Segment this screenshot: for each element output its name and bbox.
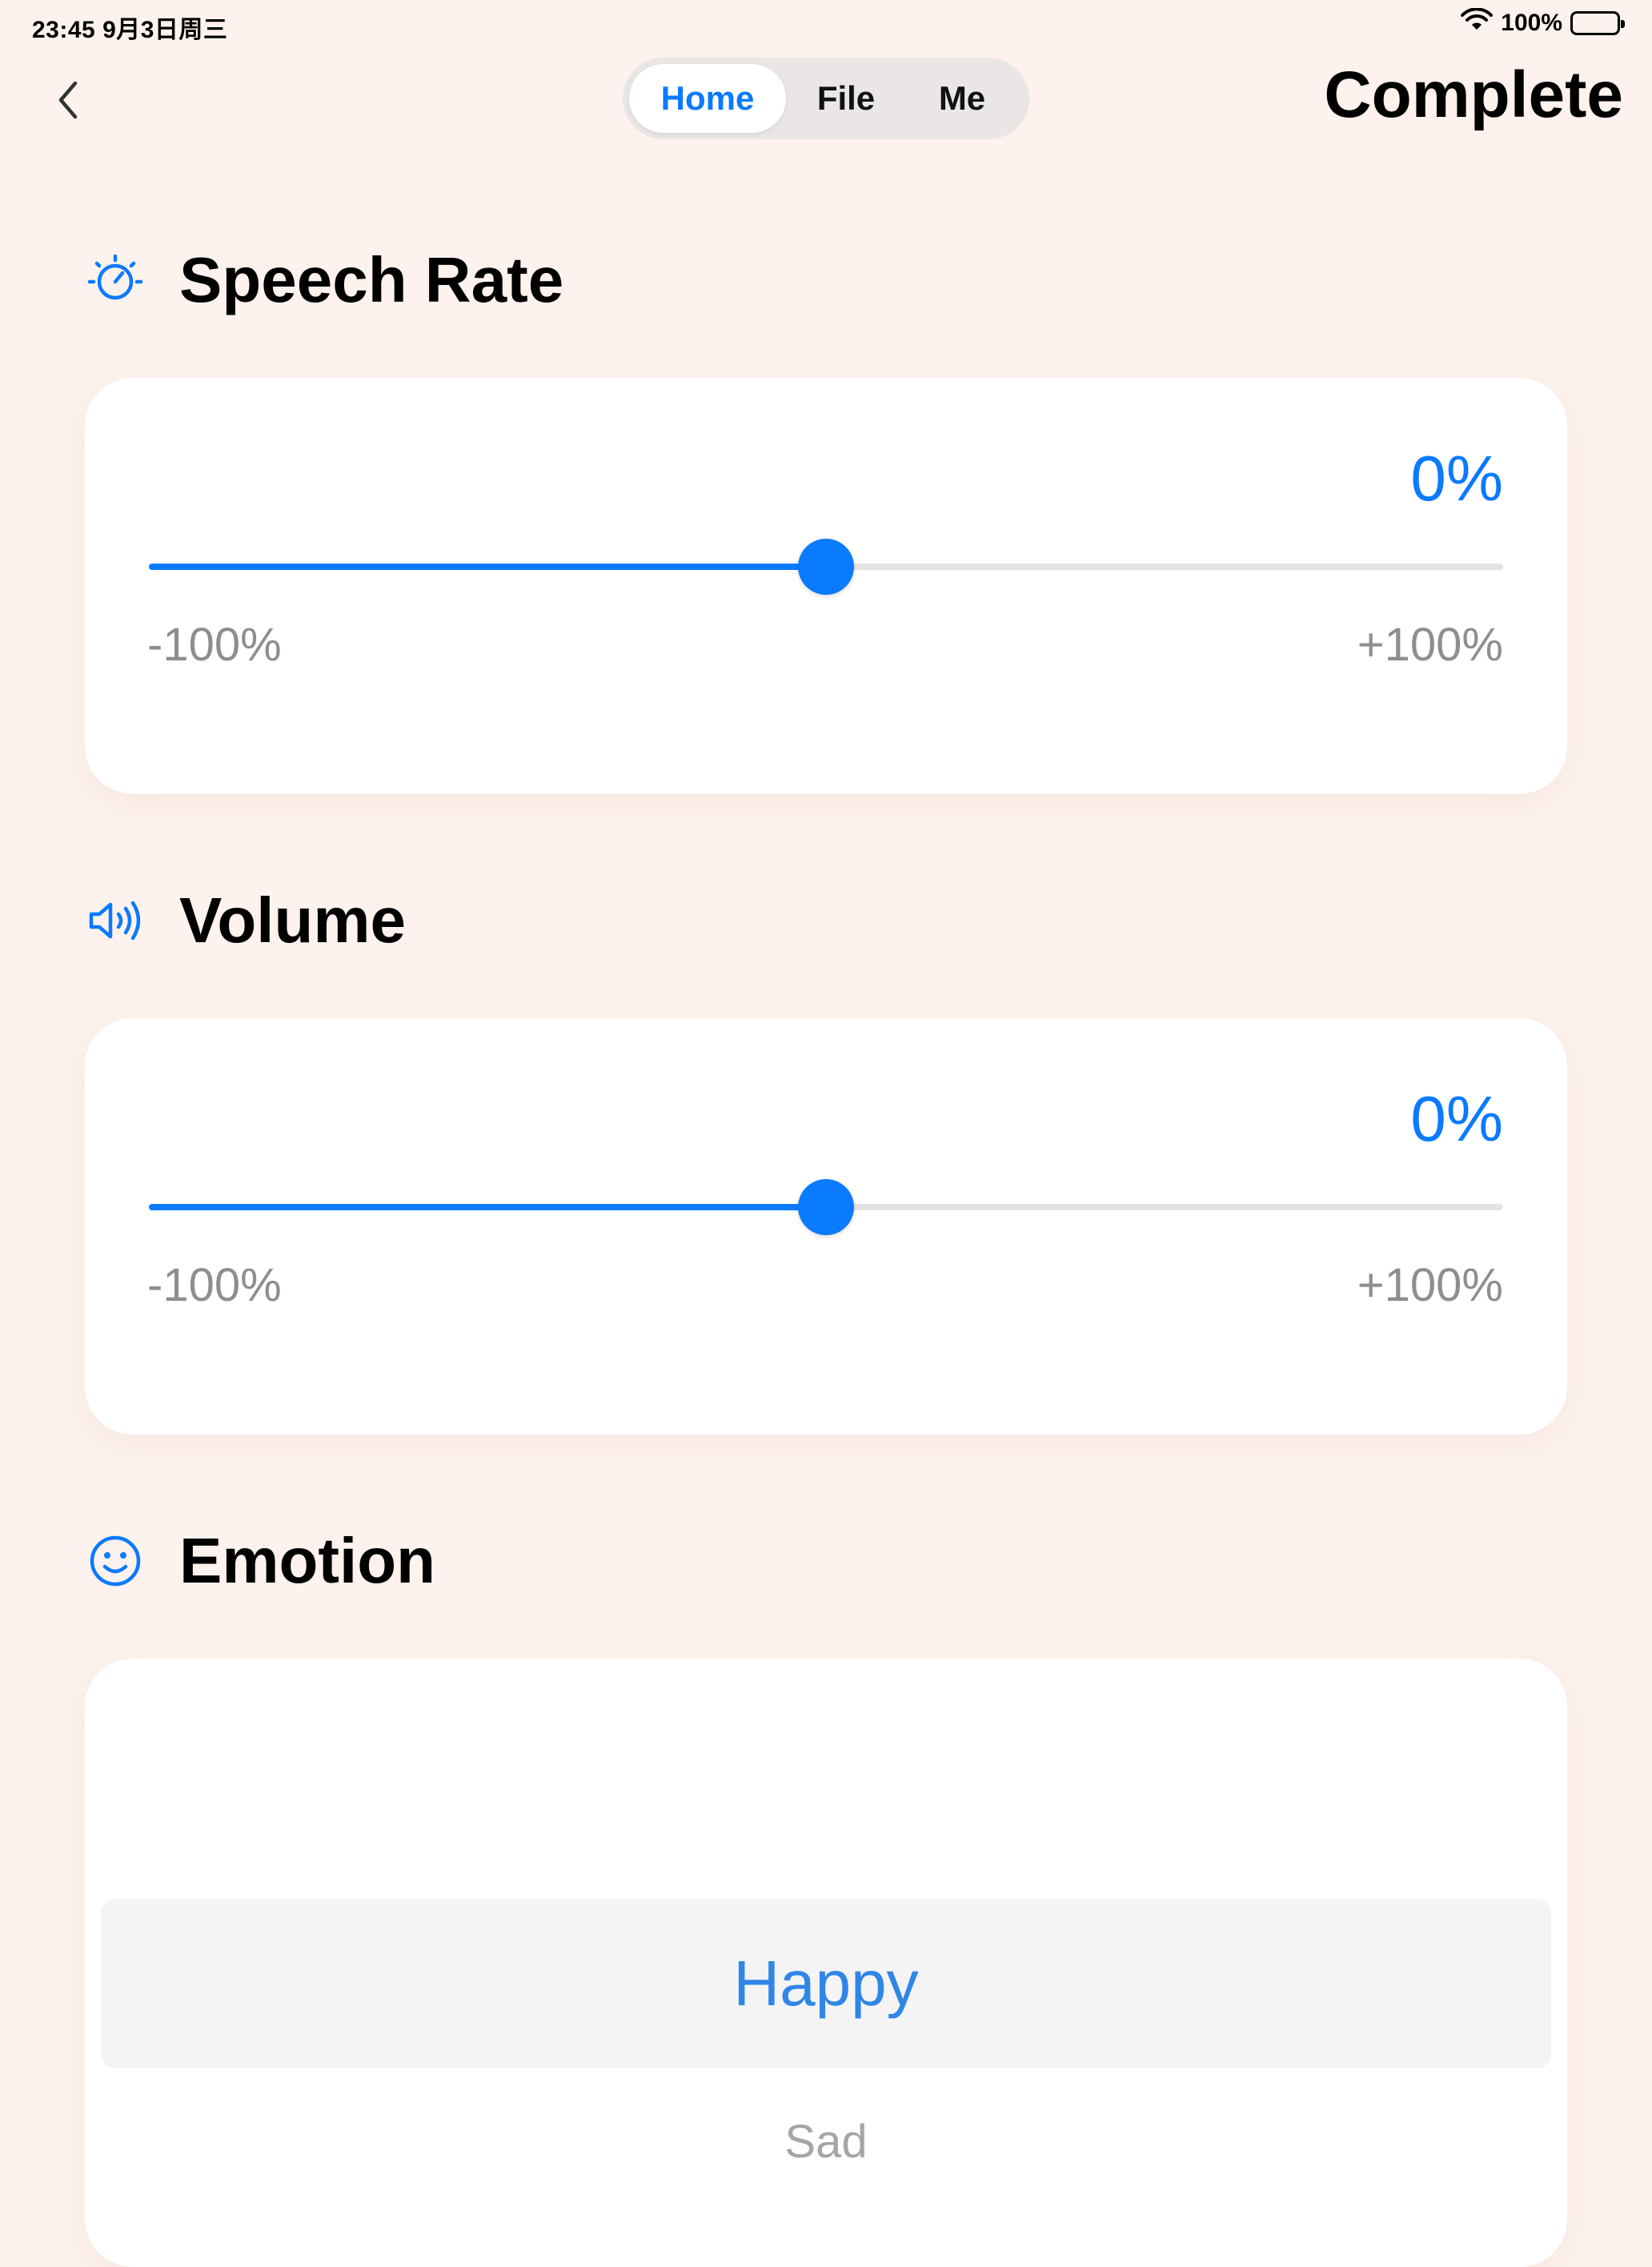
speech-rate-max-label: +100%	[1357, 619, 1503, 671]
emotion-picker-card[interactable]: Happy Sad	[85, 1659, 1567, 2267]
emotion-picker-option[interactable]: Sad	[85, 2115, 1567, 2169]
speech-rate-slider-thumb[interactable]	[798, 539, 854, 595]
speech-rate-card: 0% -100% +100%	[85, 378, 1567, 794]
status-time-date: 23:45 9月3日周三	[32, 17, 228, 43]
battery-percent: 100%	[1501, 10, 1562, 36]
complete-button[interactable]: Complete	[1324, 58, 1623, 133]
speech-rate-title: Speech Rate	[179, 244, 564, 315]
tab-switcher: Home File Me	[623, 58, 1029, 139]
tab-me[interactable]: Me	[906, 64, 1018, 133]
smiley-icon	[86, 1532, 144, 1590]
emotion-header: Emotion	[86, 1524, 435, 1598]
tab-file[interactable]: File	[786, 64, 906, 133]
volume-header: Volume	[86, 884, 406, 957]
speedometer-icon	[86, 251, 144, 309]
speech-rate-slider[interactable]	[149, 539, 1503, 595]
volume-slider[interactable]	[149, 1179, 1503, 1235]
speech-rate-value: 0%	[1410, 443, 1503, 514]
speech-rate-min-label: -100%	[147, 619, 282, 671]
volume-value: 0%	[1410, 1083, 1503, 1154]
speaker-icon	[86, 892, 144, 949]
volume-card: 0% -100% +100%	[85, 1018, 1567, 1434]
emotion-picker-selected[interactable]: Happy	[101, 1899, 1551, 2068]
volume-title: Volume	[179, 885, 407, 956]
volume-slider-fill	[149, 1204, 826, 1210]
chevron-left-icon	[58, 81, 78, 119]
volume-min-label: -100%	[147, 1259, 282, 1311]
speech-rate-header: Speech Rate	[86, 243, 563, 317]
tab-home[interactable]: Home	[629, 64, 786, 133]
wifi-icon	[1461, 7, 1494, 38]
status-indicators: 100%	[1461, 7, 1625, 38]
volume-slider-thumb[interactable]	[798, 1179, 854, 1235]
back-button[interactable]	[48, 72, 88, 128]
emotion-title: Emotion	[179, 1525, 435, 1596]
volume-max-label: +100%	[1357, 1259, 1503, 1311]
speech-rate-slider-fill	[149, 564, 826, 570]
battery-icon	[1570, 11, 1625, 35]
